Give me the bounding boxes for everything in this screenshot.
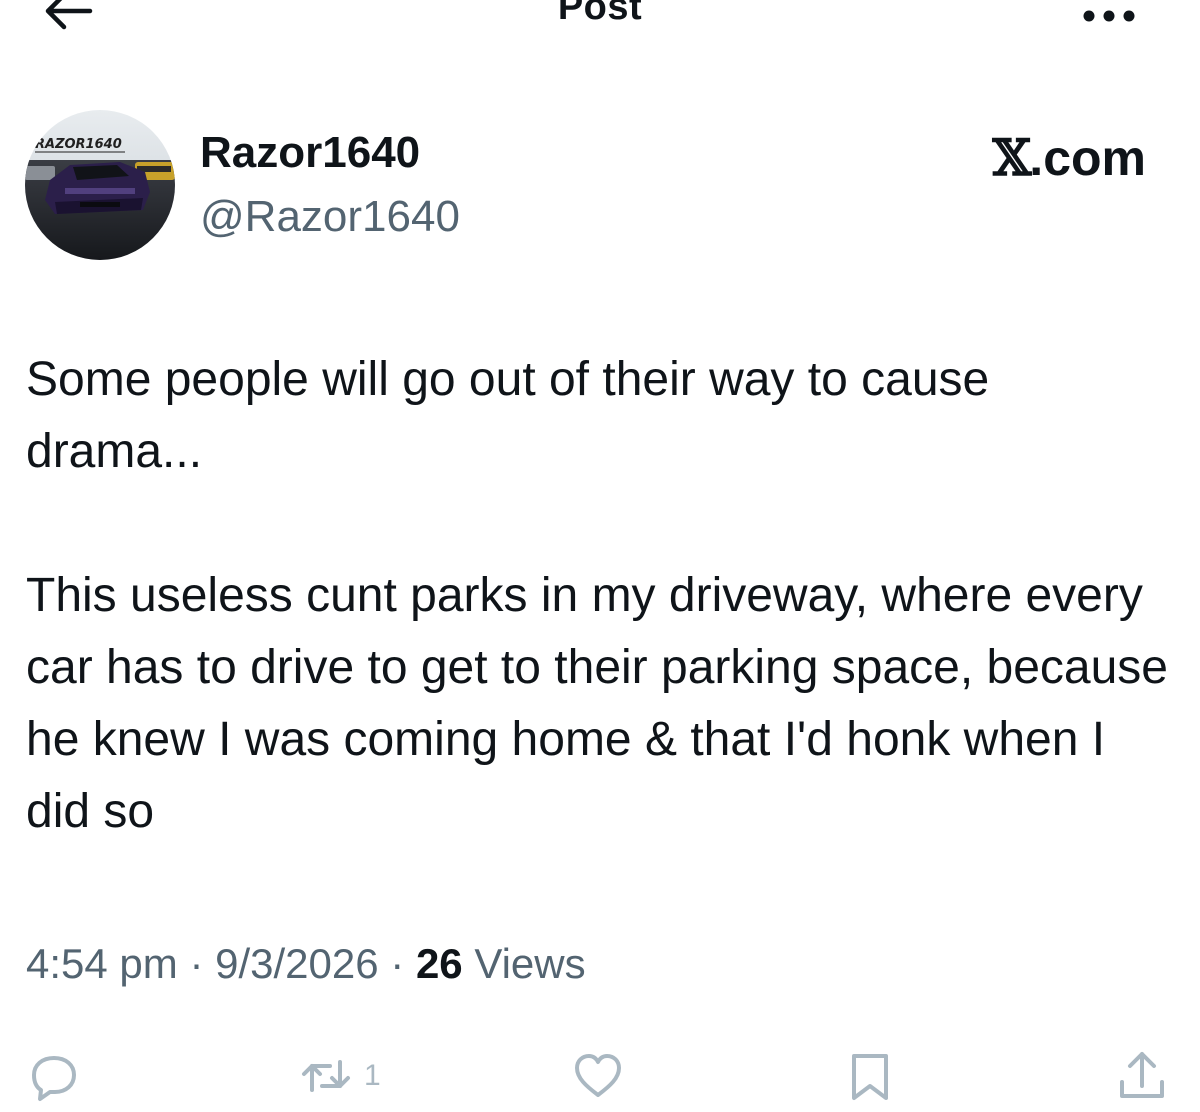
bookmark-button[interactable] bbox=[842, 1048, 898, 1104]
x-logo-icon: 𝕏 bbox=[992, 128, 1032, 187]
views-count[interactable]: 26 bbox=[416, 940, 463, 987]
meta-separator: · bbox=[189, 940, 204, 987]
heart-icon bbox=[575, 1054, 621, 1097]
avatar-image: RAZOR1640 bbox=[25, 110, 175, 260]
author-display-name[interactable]: Razor1640 bbox=[200, 128, 420, 178]
source-domain: .com bbox=[1029, 130, 1146, 186]
share-icon bbox=[1120, 1052, 1164, 1098]
repost-icon bbox=[302, 1060, 350, 1092]
post-metadata: 4:54 pm · 9/3/2026 · 26 Views bbox=[26, 940, 586, 988]
source-watermark: 𝕏.com bbox=[993, 128, 1147, 187]
post-date[interactable]: 9/3/2026 bbox=[215, 940, 379, 987]
repost-button[interactable]: 1 bbox=[298, 1048, 381, 1104]
post-action-bar: 1 bbox=[0, 1040, 1200, 1112]
avatar[interactable]: RAZOR1640 bbox=[25, 110, 175, 260]
bookmark-icon bbox=[852, 1054, 888, 1100]
like-button[interactable] bbox=[570, 1048, 626, 1104]
share-button[interactable] bbox=[1114, 1048, 1170, 1104]
more-horizontal-icon bbox=[1083, 10, 1135, 22]
top-navigation-bar: Post bbox=[0, 0, 1200, 40]
post-paragraph: This useless cunt parks in my driveway, … bbox=[26, 569, 1168, 838]
reply-button[interactable] bbox=[26, 1048, 82, 1104]
repost-count: 1 bbox=[364, 1059, 381, 1092]
avatar-logo-text: RAZOR1640 bbox=[35, 137, 122, 152]
post-body: Some people will go out of their way to … bbox=[26, 344, 1176, 848]
post-paragraph: Some people will go out of their way to … bbox=[26, 353, 990, 478]
page-title: Post bbox=[557, 0, 643, 28]
reply-icon bbox=[32, 1056, 76, 1101]
meta-separator: · bbox=[390, 940, 405, 987]
more-options-button[interactable] bbox=[1080, 4, 1140, 28]
post-time[interactable]: 4:54 pm bbox=[26, 940, 178, 987]
views-label[interactable]: Views bbox=[474, 940, 585, 987]
author-handle[interactable]: @Razor1640 bbox=[200, 192, 460, 242]
